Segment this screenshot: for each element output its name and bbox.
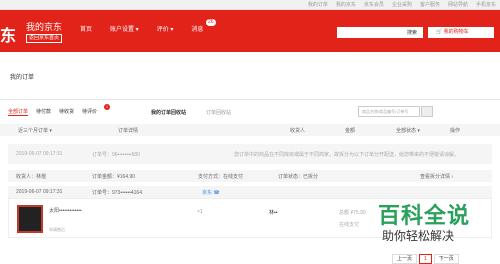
- nav-messages[interactable]: 消息: [191, 26, 203, 34]
- nav-account[interactable]: 账户设置 ▾: [110, 26, 139, 34]
- top-link-service[interactable]: 客户服务: [420, 1, 440, 9]
- pay-method: 支付方式：在线支付: [198, 174, 244, 180]
- col-amount: 金额: [345, 128, 356, 134]
- tab-pending-review[interactable]: 待评价: [82, 108, 97, 116]
- top-utility-bar: 我的订单 我的京东 京东会员 企业采购 客户服务 网站导航 手机京东: [0, 0, 500, 10]
- top-link-myjd[interactable]: 我的京东: [336, 1, 356, 9]
- top-link-sitemap[interactable]: 网站导航: [448, 1, 468, 9]
- order-group-header: 2019-06-07 09:17:31 订单号：96••••••••580 您订…: [8, 144, 492, 164]
- prev-page-button[interactable]: 上一页: [392, 254, 418, 264]
- top-link-member[interactable]: 京东会员: [364, 1, 384, 9]
- product-thumbnail[interactable]: [17, 205, 43, 233]
- breadcrumb: 我的订单: [10, 75, 35, 81]
- item-pay-method: 在线支付: [339, 222, 360, 228]
- range-select[interactable]: 近三个月订单 ▾: [18, 127, 52, 134]
- watermark-subtitle: 助你轻松解决: [382, 229, 455, 243]
- next-page-button[interactable]: 下一页: [433, 254, 459, 264]
- order-tabs: 全部订单 待付款 待收货 待评价: [8, 108, 105, 116]
- order-state: 订单状态：已拆分: [278, 174, 319, 180]
- page-1-button[interactable]: 1: [419, 254, 432, 264]
- product-name[interactable]: 太阳•••••••••••••: [49, 207, 149, 214]
- site-search-input[interactable]: 搜索: [337, 27, 423, 38]
- order-search-input[interactable]: 商品名称/商品编号/订单号: [358, 106, 420, 117]
- order-number: 订单号：96••••••••580: [92, 152, 140, 158]
- sub-order-date: 2019-06-07 09:17:31: [16, 189, 63, 195]
- top-link-orders[interactable]: 我的订单: [308, 1, 328, 9]
- top-link-mobile[interactable]: 手机京东: [476, 1, 496, 9]
- receiver-name: 收货人：林煜: [16, 174, 47, 180]
- breadcrumb-area: 我的订单: [0, 52, 500, 100]
- cart-icon: 🛒: [436, 29, 444, 35]
- order-amount: 订单金额：¥164.90: [92, 174, 136, 180]
- table-header: 近三个月订单 ▾ 订单详情 收货人 金额 全部状态 ▾ 操作: [0, 124, 500, 136]
- header-nav: 首页 账户设置 ▾ 评价 ▾ 消息: [80, 26, 203, 34]
- after-sale-link[interactable]: 申请售后: [49, 227, 65, 233]
- watermark: 百科全说 助你轻松解决: [378, 204, 470, 244]
- order-search-button[interactable]: [421, 106, 433, 117]
- recycle-link[interactable]: 我的订单回收站: [151, 109, 186, 116]
- sub-order-header: 2019-06-07 09:17:31 订单号：973••••••4164 京东…: [8, 186, 492, 198]
- pagination: 上一页 1 下一页: [392, 254, 461, 264]
- item-total: 总额 ¥75.90: [339, 210, 366, 216]
- split-detail-link[interactable]: 查看拆分详情 ›: [420, 173, 453, 180]
- logo[interactable]: 东: [0, 22, 16, 46]
- col-details: 订单详情: [118, 128, 139, 134]
- col-receiver: 收货人: [290, 128, 306, 134]
- nav-review[interactable]: 评价 ▾: [157, 26, 174, 34]
- tab-all-orders[interactable]: 全部订单: [8, 108, 29, 116]
- order-date: 2019-06-07 09:17:31: [16, 151, 63, 157]
- split-note: 您订单中的商品在不同库房或属于不同商家，故拆分为以下订单分开配送，给您带来的不便…: [234, 152, 460, 158]
- product-quantity: ×1: [197, 209, 203, 215]
- watermark-title: 百科全说: [378, 203, 471, 228]
- shop-link[interactable]: 京东 ☎: [202, 189, 220, 196]
- top-links: 我的订单 我的京东 京东会员 企业采购 客户服务 网站导航 手机京东: [300, 1, 496, 9]
- search-button[interactable]: 搜索: [407, 29, 417, 36]
- nav-home[interactable]: 首页: [80, 26, 92, 34]
- history-link[interactable]: 订单回收站: [206, 109, 231, 116]
- status-select[interactable]: 全部状态 ▾: [396, 127, 420, 134]
- sub-order-number: 订单号：973••••••4164: [92, 190, 142, 196]
- item-receiver: 林••: [269, 210, 278, 216]
- pending-review-badge: 1: [104, 104, 110, 110]
- top-link-enterprise[interactable]: 企业采购: [392, 1, 412, 9]
- cart-label: 我的购物车: [443, 29, 469, 35]
- message-count-badge: 26: [206, 19, 216, 26]
- tab-pending-receipt[interactable]: 待收货: [59, 108, 74, 116]
- order-summary-row: 收货人：林煜 订单金额：¥164.90 支付方式：在线支付 订单状态：已拆分 查…: [8, 170, 492, 182]
- header-bar: 东 我的京东 返回京东首页 首页 账户设置 ▾ 评价 ▾ 消息 26 搜索 🛒 …: [0, 10, 500, 52]
- page-title: 我的京东: [26, 22, 63, 32]
- tab-pending-payment[interactable]: 待付款: [36, 108, 51, 116]
- col-ops: 操作: [450, 128, 461, 134]
- cart-button[interactable]: 🛒 我的购物车: [428, 27, 494, 38]
- back-home-button[interactable]: 返回京东首页: [26, 34, 63, 43]
